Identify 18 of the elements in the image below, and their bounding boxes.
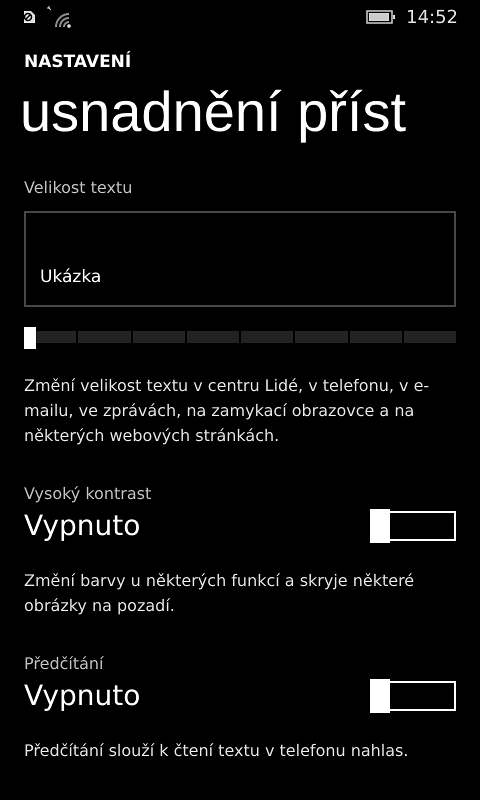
- toggle-state: Vypnuto: [24, 679, 140, 712]
- toggle-state: Vypnuto: [24, 509, 140, 542]
- preview-text: Ukázka: [40, 267, 102, 287]
- setting-label: Předčítání: [24, 654, 105, 673]
- clock-time: 14:52: [406, 6, 458, 28]
- setting-description: Změní barvy u některých funkcí a skryje některé obrázky na pozadí.: [24, 570, 416, 617]
- text-size-slider[interactable]: [24, 327, 456, 347]
- signal-icon: [46, 6, 72, 28]
- app-name: NASTAVENÍ: [24, 52, 132, 72]
- setting-description: Změní velikost textu v centru Lidé, v telefonu, v e-mailu, ve zprávách, na zamykací obrazovce a na některých webových stránkách.: [24, 375, 430, 447]
- setting-description: Předčítání slouží k čtení textu v telefonu nahlas.: [24, 740, 410, 762]
- setting-label: Velikost textu: [24, 178, 134, 197]
- toggle-switch[interactable]: [372, 680, 456, 710]
- setting-label: Vysoký kontrast: [24, 484, 152, 503]
- toggle-switch[interactable]: [372, 510, 456, 540]
- slider-thumb[interactable]: [24, 327, 36, 349]
- battery-icon: [366, 10, 396, 24]
- sim-icon: [22, 10, 36, 24]
